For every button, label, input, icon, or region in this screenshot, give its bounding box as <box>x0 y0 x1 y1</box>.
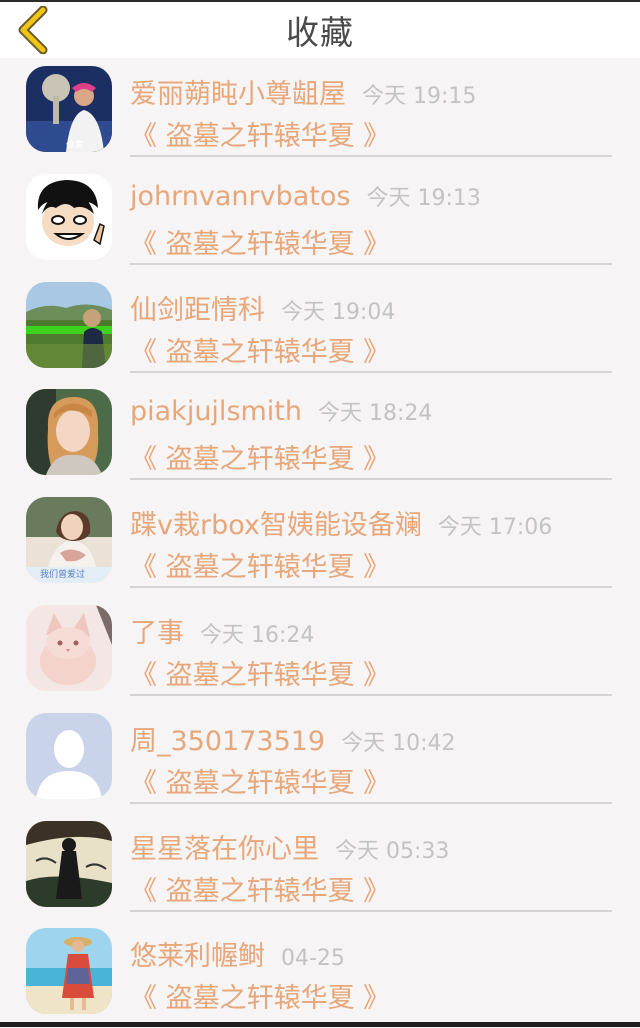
divider <box>130 262 612 265</box>
item-book-title[interactable]: 《 盗墓之轩辕华夏 》 <box>130 976 390 1015</box>
item-user-name: 爱丽蒴盹小尊龃屋 今天 19:15 <box>130 79 477 110</box>
item-user-name: 周_350173519 今天 10:42 <box>130 725 456 757</box>
divider <box>130 478 612 481</box>
avatar-girl-scarf[interactable]: 我们曾爱过 <box>26 497 112 584</box>
item-time: 今天 18:24 <box>318 401 433 427</box>
item-time: 04-25 <box>281 946 345 972</box>
item-time: 今天 19:04 <box>281 299 396 325</box>
divider <box>130 370 612 373</box>
avatar-default-silhouette[interactable] <box>26 712 112 799</box>
item-book-title[interactable]: 《 盗墓之轩辕华夏 》 <box>130 222 390 261</box>
list-item[interactable]: 星星落在你心里 今天 05:33 《 盗墓之轩辕华夏 》 <box>0 813 640 921</box>
divider <box>130 801 612 804</box>
list-item[interactable]: johrnvanrvbatos 今天 19:13 《 盗墓之轩辕华夏 》 <box>0 166 640 274</box>
avatar-beach-girl[interactable] <box>26 928 112 1015</box>
item-user-name: 星星落在你心里 今天 05:33 <box>130 833 450 865</box>
avatar-tennis-player[interactable]: 体育 <box>26 66 112 152</box>
favorites-list: 体育 爱丽蒴盹小尊龃屋 今天 19:15 《 盗墓之轩辕华夏 》 johrnvan… <box>0 58 640 1028</box>
item-user-name: johrnvanrvbatos 今天 19:13 <box>130 180 481 212</box>
divider <box>130 909 612 912</box>
item-user-name: 蹀v栽rbox智姨能设备斓 今天 17:06 <box>130 510 553 542</box>
item-user-name: 仙剑距情科 今天 19:04 <box>130 294 396 326</box>
avatar-girl-portrait[interactable] <box>26 389 112 476</box>
item-time: 今天 05:33 <box>335 838 450 864</box>
divider <box>130 155 612 157</box>
item-book-title[interactable]: 《 盗墓之轩辕华夏 》 <box>130 653 390 692</box>
item-time: 今天 16:24 <box>200 622 315 648</box>
list-item[interactable]: 我们曾爱过 蹀v栽rbox智姨能设备斓 今天 17:06 《 盗墓之轩辕华夏 》 <box>0 489 640 597</box>
avatar-illustrated-girl[interactable] <box>26 820 112 907</box>
svg-text:我们曾爱过: 我们曾爱过 <box>40 568 85 580</box>
item-time: 今天 17:06 <box>437 515 553 541</box>
list-item[interactable]: 了事 今天 16:24 《 盗墓之轩辕华夏 》 <box>0 597 640 705</box>
item-book-title[interactable]: 《 盗墓之轩辕华夏 》 <box>130 869 390 908</box>
item-time: 今天 19:13 <box>366 185 481 211</box>
item-time: 今天 19:15 <box>362 84 477 109</box>
list-item[interactable]: 悠莱利幄鲥 04-25 《 盗墓之轩辕华夏 》 <box>0 920 640 1028</box>
item-book-title[interactable]: 《 盗墓之轩辕华夏 》 <box>130 114 390 153</box>
divider <box>130 586 612 589</box>
item-book-title[interactable]: 《 盗墓之轩辕华夏 》 <box>130 545 390 584</box>
avatar-cartoon-boy[interactable] <box>26 173 112 260</box>
item-book-title[interactable]: 《 盗墓之轩辕华夏 》 <box>130 761 390 800</box>
item-user-name: piakjujlsmith 今天 18:24 <box>130 396 433 428</box>
item-book-title[interactable]: 《 盗墓之轩辕华夏 》 <box>130 437 390 476</box>
item-user-name: 悠莱利幄鲥 04-25 <box>130 941 345 973</box>
item-user-name: 了事 今天 16:24 <box>130 617 315 649</box>
list-item[interactable]: 体育 爱丽蒴盹小尊龃屋 今天 19:15 《 盗墓之轩辕华夏 》 <box>0 58 640 166</box>
item-time: 今天 10:42 <box>341 730 456 756</box>
item-book-title[interactable]: 《 盗墓之轩辕华夏 》 <box>130 330 390 369</box>
page-title: 收藏 <box>286 13 354 52</box>
bottom-border <box>0 1022 640 1027</box>
list-item[interactable]: 周_350173519 今天 10:42 《 盗墓之轩辕华夏 》 <box>0 705 640 813</box>
svg-text:体育: 体育 <box>66 139 84 151</box>
divider <box>130 693 612 696</box>
avatar-pink-cat[interactable] <box>26 604 112 691</box>
list-item[interactable]: 仙剑距情科 今天 19:04 《 盗墓之轩辕华夏 》 <box>0 274 640 382</box>
list-item[interactable]: piakjujlsmith 今天 18:24 《 盗墓之轩辕华夏 》 <box>0 381 640 489</box>
header-bar: 收藏 <box>0 2 640 58</box>
avatar-field-landscape[interactable] <box>26 281 112 368</box>
